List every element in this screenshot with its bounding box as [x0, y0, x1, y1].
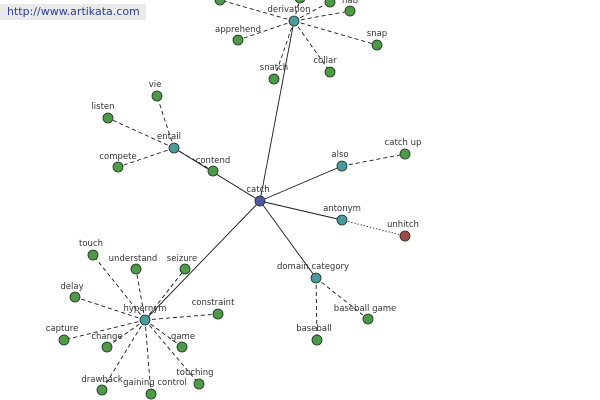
word-node-vie[interactable]	[151, 90, 163, 102]
word-label-constraint[interactable]: constraint	[192, 298, 235, 308]
word-label-listen[interactable]: listen	[91, 102, 114, 112]
word-label-capture[interactable]: capture	[46, 324, 79, 334]
relation-label-hypernym[interactable]: hypernym	[123, 304, 166, 314]
word-label-vie[interactable]: vie	[149, 80, 162, 90]
word-node-baseball-game[interactable]	[362, 313, 374, 325]
root-label[interactable]: catch	[246, 185, 269, 195]
word-graph: nab apprehend snap snatch collar derivation vi…	[46, 0, 422, 400]
word-node-baseball[interactable]	[311, 334, 323, 346]
edge-also-catch-up	[341, 153, 406, 167]
word-node-collar[interactable]	[324, 66, 336, 78]
relation-label-antonym[interactable]: antonym	[323, 204, 361, 214]
word-label-drawback[interactable]: drawback	[81, 375, 122, 385]
word-node-drawback[interactable]	[96, 384, 108, 396]
word-label-unhitch[interactable]: unhitch	[387, 220, 419, 230]
word-node-compete[interactable]	[112, 161, 124, 173]
word-node-touching[interactable]	[193, 378, 205, 390]
word-node-apprehend[interactable]	[232, 34, 244, 46]
word-label-apprehend[interactable]: apprehend	[215, 25, 261, 35]
relation-node-entail[interactable]	[168, 142, 180, 154]
word-label-gaining-control[interactable]: gaining control	[123, 378, 187, 388]
word-node-snatch[interactable]	[268, 73, 280, 85]
word-node-delay[interactable]	[69, 291, 81, 303]
word-node-listen[interactable]	[102, 112, 114, 124]
word-label-delay[interactable]: delay	[60, 282, 83, 292]
word-node-derivation-extra-6[interactable]	[294, 0, 306, 4]
relation-label-derivation[interactable]: derivation	[267, 5, 310, 15]
edge-hypernym-constraint	[144, 313, 219, 321]
relation-node-domain-category[interactable]	[310, 272, 322, 284]
site-url-label[interactable]: http://www.artikata.com	[0, 4, 146, 20]
word-node-capture[interactable]	[58, 334, 70, 346]
word-label-touching[interactable]: touching	[176, 368, 213, 378]
word-label-contend[interactable]: contend	[196, 156, 231, 166]
word-node-derivation-extra-5[interactable]	[214, 0, 226, 6]
relation-label-domain-category[interactable]: domain category	[277, 262, 349, 272]
word-node-gaining-control[interactable]	[145, 388, 157, 400]
word-label-game[interactable]: game	[171, 332, 195, 342]
word-label-snap[interactable]: snap	[367, 29, 387, 39]
word-node-nab[interactable]	[344, 5, 356, 17]
relation-node-antonym[interactable]	[336, 214, 348, 226]
word-node-change[interactable]	[101, 341, 113, 353]
word-node-contend[interactable]	[207, 165, 219, 177]
relation-node-hypernym[interactable]	[139, 314, 151, 326]
word-label-baseball-game[interactable]: baseball game	[334, 304, 396, 314]
word-node-unhitch[interactable]	[399, 230, 411, 242]
word-label-collar[interactable]: collar	[313, 56, 337, 66]
graph-labels: nab apprehend snap snatch collar derivation vi…	[46, 0, 422, 388]
relation-label-also[interactable]: also	[331, 150, 348, 160]
word-node-constraint[interactable]	[212, 308, 224, 320]
word-node-derivation-extra-7[interactable]	[324, 0, 336, 8]
relation-node-derivation[interactable]	[288, 15, 300, 27]
word-node-catch-up[interactable]	[399, 148, 411, 160]
word-label-compete[interactable]: compete	[99, 152, 136, 162]
word-node-game[interactable]	[176, 341, 188, 353]
word-label-snatch[interactable]: snatch	[260, 63, 288, 73]
word-label-nab[interactable]: nab	[342, 0, 358, 6]
word-label-baseball[interactable]: baseball	[296, 324, 332, 334]
relation-node-also[interactable]	[336, 160, 348, 172]
word-label-touch[interactable]: touch	[79, 239, 103, 249]
word-label-change[interactable]: change	[91, 332, 122, 342]
edge-derivation-snap	[293, 20, 378, 46]
graph-canvas: nab apprehend snap snatch collar derivation vi…	[0, 0, 600, 400]
word-node-touch[interactable]	[87, 249, 99, 261]
word-label-seizure[interactable]: seizure	[167, 254, 197, 264]
edge-root-derivation	[259, 20, 295, 202]
relation-label-entail[interactable]: entail	[157, 132, 181, 142]
word-label-catch-up[interactable]: catch up	[385, 138, 422, 148]
word-label-understand[interactable]: understand	[109, 254, 158, 264]
edge-root-also	[259, 165, 343, 202]
word-node-seizure[interactable]	[179, 263, 191, 275]
word-node-snap[interactable]	[371, 39, 383, 51]
root-node-catch[interactable]	[254, 195, 266, 207]
word-node-understand[interactable]	[130, 263, 142, 275]
